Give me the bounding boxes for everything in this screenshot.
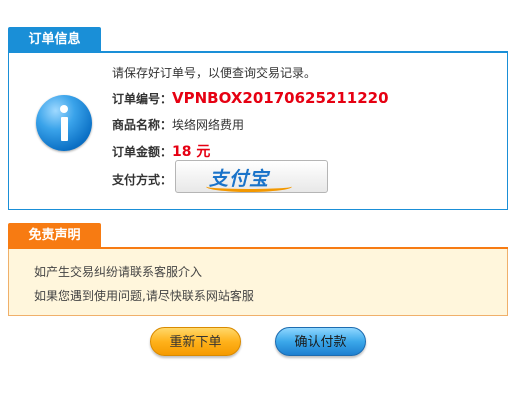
alipay-logo-swoosh <box>206 181 292 192</box>
disclaimer-line: 如产生交易纠纷请联系客服介入 <box>34 265 203 279</box>
order-notice: 请保存好订单号，以便查询交易记录。 <box>112 66 317 80</box>
order-info-tab: 订单信息 <box>8 27 101 52</box>
order-amount-value: 18 元 <box>172 144 211 160</box>
product-name-row: 商品名称：埃络网络费用 <box>112 116 244 133</box>
order-number-value: VPNBOX20170625211220 <box>172 89 389 107</box>
payment-method-row: 支付方式： <box>112 171 172 188</box>
product-name-label: 商品名称： <box>112 118 173 132</box>
payment-method-label: 支付方式： <box>112 173 173 187</box>
disclaimer-tab: 免责声明 <box>8 223 101 248</box>
confirm-payment-button[interactable]: 确认付款 <box>275 327 366 356</box>
disclaimer-line: 如果您遇到使用问题,请尽快联系网站客服 <box>34 289 254 303</box>
reorder-button[interactable]: 重新下单 <box>150 327 241 356</box>
order-amount-label: 订单金额： <box>112 145 173 159</box>
order-amount-row: 订单金额：18 元 <box>112 141 210 161</box>
disclaimer-panel: 如产生交易纠纷请联系客服介入 如果您遇到使用问题,请尽快联系网站客服 <box>8 249 508 316</box>
order-number-row: 订单编号：VPNBOX20170625211220 <box>112 89 389 107</box>
order-number-label: 订单编号： <box>112 92 173 106</box>
alipay-payment-button[interactable]: 支付宝 <box>175 160 328 193</box>
order-info-panel: 请保存好订单号，以便查询交易记录。 订单编号：VPNBOX20170625211… <box>8 53 508 210</box>
info-icon <box>36 95 92 151</box>
product-name-value: 埃络网络费用 <box>172 118 245 132</box>
